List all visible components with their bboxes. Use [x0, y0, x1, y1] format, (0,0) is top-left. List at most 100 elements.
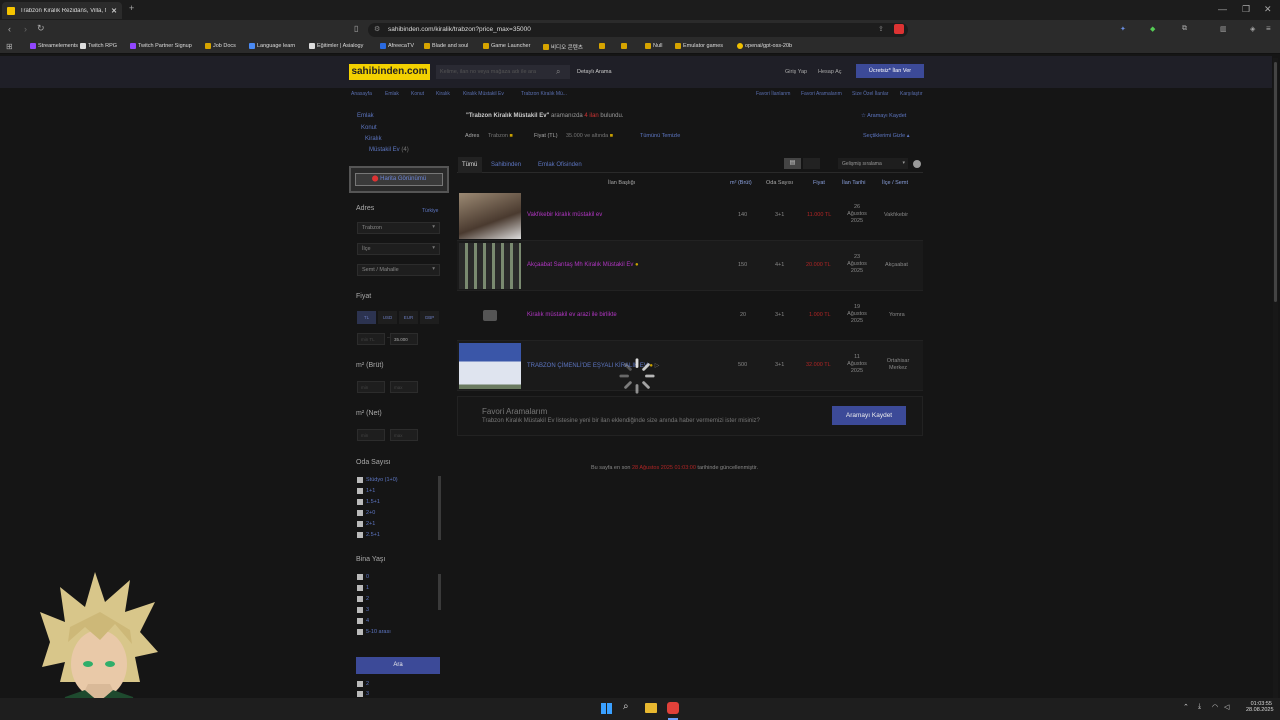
gross-max-input[interactable]: max	[390, 381, 418, 393]
start-icon[interactable]	[601, 703, 612, 714]
brave-shield-icon[interactable]	[894, 24, 904, 34]
category-konut[interactable]: Konut	[361, 125, 377, 131]
grid-view-icon[interactable]	[803, 158, 820, 169]
save-search-button[interactable]: Aramayı Kaydet	[832, 406, 906, 425]
clear-all-link[interactable]: Tümünü Temizle	[640, 133, 680, 139]
favorite-searches-link[interactable]: Favori Aramalarım	[801, 91, 842, 97]
tray-chevron-icon[interactable]: ⌃	[1183, 703, 1189, 711]
table-row[interactable]: Kiralık müstakil ev arazi ile birlikte 2…	[457, 291, 923, 341]
bookmark-item[interactable]: Blade and soul	[424, 43, 468, 49]
net-min-input[interactable]: min	[357, 429, 385, 441]
age-checkbox[interactable]: 5-10 arası	[357, 629, 391, 635]
extensions-puzzle-icon[interactable]: ⧉	[1182, 25, 1187, 33]
column-m2[interactable]: m² (Brüt)	[730, 180, 752, 186]
page-scrollbar-thumb[interactable]	[1274, 62, 1277, 302]
site-info-icon[interactable]: ⚙	[374, 25, 380, 33]
age-checkbox[interactable]: 1	[357, 585, 369, 591]
room-checkbox[interactable]: Stüdyo (1+0)	[357, 477, 398, 483]
listing-thumbnail[interactable]	[459, 243, 521, 289]
table-row[interactable]: Vakfıkebir kiralık müstakil ev 140 3+1 1…	[457, 191, 923, 241]
special-listings-link[interactable]: Size Özel İlanlar	[852, 91, 888, 97]
favorite-listings-link[interactable]: Favori İlanlarım	[756, 91, 790, 97]
age-checkbox[interactable]: 2	[357, 596, 369, 602]
gross-min-input[interactable]: min	[357, 381, 385, 393]
listing-thumbnail[interactable]	[459, 193, 521, 239]
compare-link[interactable]: Karşılaştır	[900, 91, 923, 97]
tab-agency[interactable]: Emlak Ofisinden	[538, 162, 582, 168]
bookmark-item[interactable]: Twitch Partner Signup	[130, 43, 192, 49]
age-checkbox[interactable]: 2	[357, 681, 369, 687]
breadcrumb-item[interactable]: Konut	[411, 91, 424, 97]
column-date[interactable]: İlan Tarihi	[842, 180, 865, 186]
listing-title[interactable]: Vakfıkebir kiralık müstakil ev	[527, 212, 602, 218]
site-logo[interactable]: sahibinden.com	[349, 64, 430, 80]
category-kiralik[interactable]: Kiralık	[365, 136, 382, 142]
bookmark-item[interactable]: openai/gpt-oss-20b	[737, 43, 792, 49]
post-ad-button[interactable]: Ücretsiz* İlan Ver	[856, 64, 924, 78]
file-explorer-icon[interactable]	[645, 703, 657, 713]
list-view-icon[interactable]: ▤	[784, 158, 801, 169]
room-checkbox[interactable]: 1.5+1	[357, 499, 380, 505]
currency-tl[interactable]: TL	[357, 311, 376, 324]
filter-price-chip[interactable]: 35.000 ve altında ■	[566, 133, 613, 139]
info-icon[interactable]	[913, 160, 921, 168]
column-price[interactable]: Fiyat	[813, 180, 825, 186]
download-icon[interactable]: ⤓	[1198, 703, 1201, 711]
reload-icon[interactable]: ↻	[37, 23, 45, 34]
bookmark-item[interactable]: Eğitimler | Asialogy	[309, 43, 363, 49]
room-checkbox[interactable]: 2.5+1	[357, 532, 380, 538]
sort-select[interactable]: Gelişmiş sıralama ▾	[838, 158, 908, 169]
bookmark-item[interactable]: Game Launcher	[483, 43, 530, 49]
page-scrollbar[interactable]	[1273, 58, 1278, 698]
bookmark-folder[interactable]	[621, 43, 629, 49]
register-link[interactable]: Hesap Aç	[818, 69, 842, 75]
room-checkbox[interactable]: 2+1	[357, 521, 375, 527]
column-location[interactable]: İlçe / Semt	[882, 180, 908, 186]
listing-title[interactable]: Kiralık müstakil ev arazi ile birlikte	[527, 312, 617, 318]
url-field[interactable]: ⚙ sahibinden.com/kiralik/trabzon?price_m…	[368, 23, 908, 37]
search-icon[interactable]: ⌕	[556, 67, 560, 77]
extension-icon[interactable]: ✦	[1120, 25, 1126, 33]
bookmark-item[interactable]: Null	[645, 43, 662, 49]
age-checkbox[interactable]: 3	[357, 607, 369, 613]
price-min-input[interactable]: min TL	[357, 333, 385, 345]
currency-gbp[interactable]: GBP	[420, 311, 439, 324]
hide-selections-link[interactable]: Seçtiklerimi Gizle ▴	[863, 133, 909, 139]
listing-title[interactable]: Akçaabat Sarıtaş Mh Kiralık Müstakil Ev …	[527, 262, 639, 268]
wifi-icon[interactable]: ◠	[1212, 703, 1218, 711]
age-checkbox[interactable]: 4	[357, 618, 369, 624]
menu-icon[interactable]: ≡	[1266, 24, 1271, 33]
category-mustakil-ev[interactable]: Müstakil Ev (4)	[369, 147, 409, 153]
map-view-button[interactable]: ⬤ Harita Görünümü	[349, 166, 449, 193]
breadcrumb-item[interactable]: Kiralık	[436, 91, 450, 97]
bookmark-item[interactable]: Twitch RPG	[80, 43, 117, 49]
bookmark-item[interactable]: Job Docs	[205, 43, 236, 49]
browser-tab[interactable]: Trabzon Kiralık Rezidans, Villa, M ✕	[2, 2, 122, 19]
save-search-link[interactable]: ☆ Aramayı Kaydet	[861, 113, 906, 119]
breadcrumb-item[interactable]: Trabzon Kiralık Mü...	[521, 91, 567, 97]
table-row[interactable]: TRABZON ÇİMENLİ'DE EŞYALI KİRALIK EV ● ▷…	[457, 341, 923, 391]
detailed-search-link[interactable]: Detaylı Arama	[577, 69, 612, 75]
bookmark-item[interactable]: Language learn	[249, 43, 295, 49]
bookmark-icon[interactable]: ▯	[354, 24, 358, 33]
filter-address-chip[interactable]: Trabzon ■	[488, 133, 513, 139]
brave-browser-icon[interactable]	[667, 702, 679, 714]
search-button[interactable]: Ara	[356, 657, 440, 674]
bookmark-item[interactable]: AfreecaTV	[380, 43, 414, 49]
new-tab-icon[interactable]: +	[129, 3, 134, 13]
search-input[interactable]: Kelime, ilan no veya mağaza adı ile ara	[436, 65, 570, 79]
forward-icon[interactable]: ›	[24, 24, 27, 34]
search-taskbar-icon[interactable]: ⌕	[623, 701, 629, 712]
tab-all[interactable]: Tümü	[462, 162, 477, 168]
district-select[interactable]: İlçe	[357, 243, 440, 255]
breadcrumb-item[interactable]: Anasayfa	[351, 91, 372, 97]
country-link[interactable]: Türkiye	[422, 208, 438, 214]
age-scrollbar[interactable]	[438, 574, 441, 610]
listing-thumbnail[interactable]	[459, 293, 521, 339]
rooms-scrollbar[interactable]	[438, 476, 441, 540]
wallet-icon[interactable]: ◈	[1250, 25, 1255, 33]
currency-eur[interactable]: EUR	[399, 311, 418, 324]
extension-green-icon[interactable]: ◆	[1150, 25, 1155, 33]
restore-icon[interactable]: ❐	[1242, 4, 1250, 15]
share-icon[interactable]: ⇪	[878, 25, 884, 33]
